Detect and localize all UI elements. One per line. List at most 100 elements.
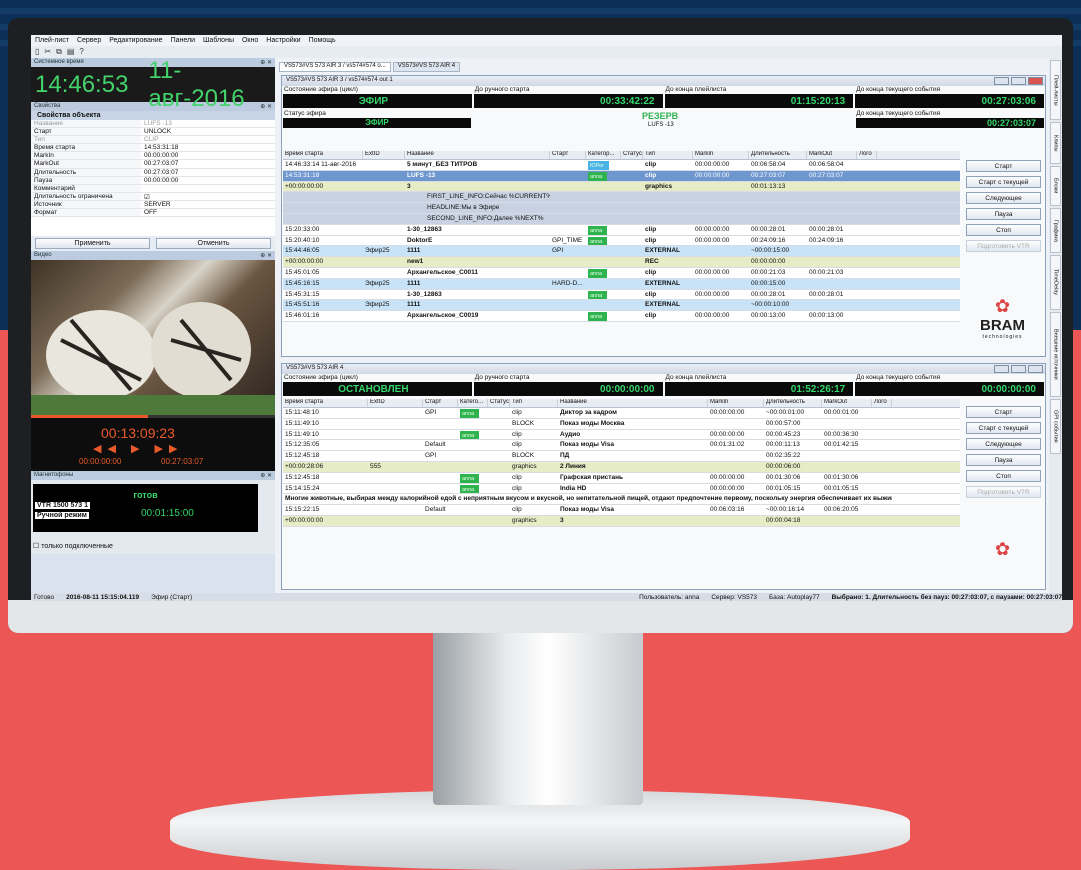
column-header[interactable]: ExtID (363, 151, 405, 159)
dock-tab-blocks[interactable]: Блоки (1050, 166, 1061, 206)
table-row[interactable]: 15:14:15:24 anna clip India HD 00:00:00:00 00… (283, 483, 960, 495)
column-header[interactable]: Статус (488, 399, 510, 407)
property-row[interactable]: Источник SERVER (31, 200, 275, 210)
column-header[interactable]: Длительность (764, 399, 822, 407)
maximize-button[interactable] (1011, 365, 1026, 373)
table-row[interactable]: HEADLINE:Мы в Эфире (283, 203, 960, 214)
column-header[interactable]: Тип (643, 151, 693, 159)
maximize-button[interactable] (1011, 77, 1026, 85)
table-row[interactable]: 15:12:35:05 Default clip Показ моды Visa 00:… (283, 440, 960, 452)
table-row[interactable]: 15:46:01:16 Архангельское_C0019 anna clip 00… (283, 311, 960, 322)
column-header[interactable]: Название (405, 151, 550, 159)
column-header[interactable]: Время старта (283, 399, 368, 407)
pause-button[interactable]: Пауза (966, 454, 1041, 466)
table-row[interactable]: 15:11:49:10 BLOCK Показ моды Москва 00:00:5… (283, 418, 960, 430)
start-current-button[interactable]: Старт с текущей (966, 422, 1041, 434)
column-header[interactable]: Катего... (458, 399, 488, 407)
column-header[interactable]: MarkOut (822, 399, 872, 407)
close-button[interactable] (1028, 77, 1043, 85)
paste-icon[interactable]: ▤ (67, 47, 75, 57)
property-value[interactable]: SERVER (141, 201, 275, 208)
prev-icon[interactable]: ◀◀ (93, 443, 122, 455)
menu-playlist[interactable]: Плей-лист (35, 37, 69, 44)
pin-close-icon[interactable]: ⊕ ✕ (260, 472, 272, 479)
column-header[interactable]: Тип (510, 399, 558, 407)
next-button[interactable]: Следующее (966, 192, 1041, 204)
prepare-vtr-button[interactable]: Подготовить VTR (966, 240, 1041, 252)
tab-air4[interactable]: VS573#VS 573 AIR 4 (392, 62, 461, 72)
table-row[interactable]: 15:45:31:15 1-30_12863 anna clip 00:00:00:00… (283, 289, 960, 301)
table-row[interactable]: +00:00:00:00 3 graphics 00:01:13:13 (283, 181, 960, 193)
property-value[interactable]: 00:00:00:00 (141, 152, 275, 159)
vtr-mode-select[interactable]: Ручной режим (35, 512, 89, 519)
column-header[interactable]: Название (558, 399, 708, 407)
start-button[interactable]: Старт (966, 406, 1041, 418)
column-header[interactable]: MarkIn (708, 399, 764, 407)
help-icon[interactable]: ? (79, 47, 83, 57)
dock-tab-external[interactable]: Внешние источники (1050, 312, 1061, 397)
property-row[interactable]: Длительность 00:27:03:07 (31, 168, 275, 177)
menu-edit[interactable]: Редактирование (109, 37, 162, 44)
property-value[interactable]: 00:27:03:07 (141, 160, 275, 167)
column-header[interactable]: Статус (621, 151, 643, 159)
tab-air3[interactable]: VS573#VS 573 AIR 3 / vs574#574 o... (279, 62, 391, 72)
column-header[interactable]: Длительность (749, 151, 807, 159)
property-row[interactable]: Тип CLIP (31, 136, 275, 145)
column-header[interactable]: Старт (423, 399, 458, 407)
dock-tab-clips[interactable]: Клипы (1050, 122, 1061, 164)
property-row[interactable]: Старт UNLOCK (31, 128, 275, 137)
property-value[interactable]: OFF (141, 209, 275, 216)
apply-button[interactable]: Применить (35, 238, 150, 249)
play-icon[interactable]: ▶ (131, 443, 145, 455)
table-row[interactable]: 15:20:40:10 DoktorE GPI_TIME anna clip 00:00:… (283, 235, 960, 247)
table-row[interactable]: 14:46:33:14 11-авг-2016 5 минут_БЕЗ ТИТРО… (283, 160, 960, 171)
cut-icon[interactable]: ✂ (44, 47, 51, 57)
dock-tab-playlists[interactable]: Плей-листы (1050, 60, 1061, 120)
property-value[interactable]: 14:53:31:18 (141, 144, 275, 151)
pause-button[interactable]: Пауза (966, 208, 1041, 220)
minimize-button[interactable] (994, 77, 1009, 85)
table-row[interactable]: 15:45:16:15 Эфир25 1111 HARD-D... EXTERNAL 00… (283, 278, 960, 290)
table-row[interactable]: 15:45:51:16 Эфир25 1111 EXTERNAL ~00:00:10:0… (283, 300, 960, 312)
table-row[interactable]: 15:12:45:18 anna clip Графская пристань 00:0… (283, 472, 960, 484)
column-header[interactable]: ExtID (368, 399, 423, 407)
table-row[interactable]: 14:53:31:18 LUFS -13 anna clip 00:00:00:00 00… (283, 170, 960, 182)
property-row[interactable]: Длительность ограничена ☑ (31, 192, 275, 201)
new-icon[interactable]: ▯ (35, 47, 39, 57)
table-row[interactable]: Многие животные, выбирая между калорийно… (283, 494, 960, 506)
property-value[interactable]: CLIP (141, 136, 275, 143)
close-button[interactable] (1028, 365, 1043, 373)
column-header[interactable]: Старт (550, 151, 586, 159)
stop-button[interactable]: Стоп (966, 470, 1041, 482)
start-button[interactable]: Старт (966, 160, 1041, 172)
start-current-button[interactable]: Старт с текущей (966, 176, 1041, 188)
table-row[interactable]: FIRST_LINE_INFO:Сейчас %CURRENT% (283, 192, 960, 204)
only-connected-checkbox[interactable]: ☐ только подключенные (33, 542, 113, 550)
pin-close-icon[interactable]: ⊕ ✕ (260, 103, 272, 110)
menu-server[interactable]: Сервер (77, 37, 101, 44)
menu-templates[interactable]: Шаблоны (203, 37, 234, 44)
table-row[interactable]: +00:00:28:06 555 graphics 2 Линия 00:00:06:0… (283, 461, 960, 473)
column-header[interactable]: Лого (857, 151, 877, 159)
column-header[interactable]: MarkOut (807, 151, 857, 159)
table-row[interactable]: +00:00:00:00 new1 REC 00:00:00:00 (283, 257, 960, 268)
column-header[interactable]: MarkIn (693, 151, 749, 159)
table-row[interactable]: 15:11:48:10 GPI anna clip Диктор за кадром 00… (283, 408, 960, 419)
menu-settings[interactable]: Настройки (266, 37, 300, 44)
column-header[interactable]: Лого (872, 399, 892, 407)
copy-icon[interactable]: ⧉ (56, 47, 62, 57)
cancel-button[interactable]: Отменить (156, 238, 271, 249)
property-row[interactable]: Название LUFS -13 (31, 120, 275, 129)
table-row[interactable]: +00:00:00:00 graphics 3 00:00:04:18 (283, 515, 960, 527)
prepare-vtr-button[interactable]: Подготовить VTR (966, 486, 1041, 498)
menu-window[interactable]: Окно (242, 37, 258, 44)
stop-button[interactable]: Стоп (966, 224, 1041, 236)
property-row[interactable]: Формат OFF (31, 209, 275, 218)
property-value[interactable]: 00:27:03:07 (141, 169, 275, 176)
table-row[interactable]: 15:12:45:18 GPI BLOCK ПД 00:02:35:22 (283, 451, 960, 462)
property-value[interactable]: LUFS -13 (141, 120, 275, 127)
menu-panels[interactable]: Панели (171, 37, 195, 44)
table-row[interactable]: 15:44:46:05 Эфир25 1111 GPI EXTERNAL ~00:00:1… (283, 246, 960, 258)
dock-tab-graphics[interactable]: Графика (1050, 208, 1061, 253)
table-row[interactable]: 15:20:33:00 1-30_12863 anna clip 00:00:00:00… (283, 224, 960, 236)
